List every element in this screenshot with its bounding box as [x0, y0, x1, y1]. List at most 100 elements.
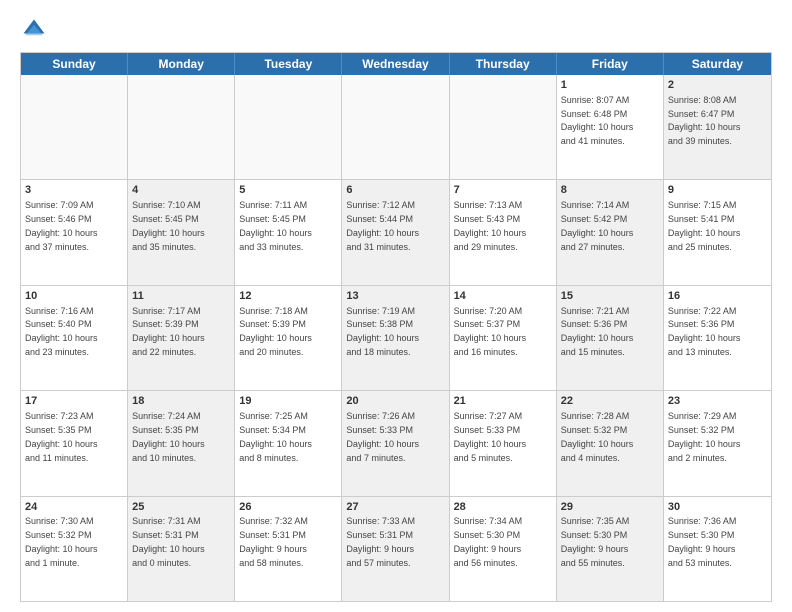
calendar-cell: 5 Sunrise: 7:11 AM Sunset: 5:45 PM Daylig… — [235, 180, 342, 284]
calendar-cell — [21, 75, 128, 179]
calendar-cell: 26Sunrise: 7:32 AM Sunset: 5:31 PM Dayli… — [235, 497, 342, 601]
header — [20, 16, 772, 44]
day-number: 30 — [668, 500, 767, 515]
day-info: Sunrise: 7:22 AM Sunset: 5:36 PM Dayligh… — [668, 306, 741, 357]
page: SundayMondayTuesdayWednesdayThursdayFrid… — [0, 0, 792, 612]
header-day-friday: Friday — [557, 53, 664, 75]
calendar-cell: 7Sunrise: 7:13 AM Sunset: 5:43 PM Daylig… — [450, 180, 557, 284]
header-day-tuesday: Tuesday — [235, 53, 342, 75]
day-number: 13 — [346, 289, 444, 304]
calendar-cell: 14 Sunrise: 7:20 AM Sunset: 5:37 PM Dayli… — [450, 286, 557, 390]
day-info: Sunrise: 7:10 AM Sunset: 5:45 PM Dayligh… — [132, 200, 205, 251]
calendar-cell: 9 Sunrise: 7:15 AM Sunset: 5:41 PM Daylig… — [664, 180, 771, 284]
calendar-row-1: 3 Sunrise: 7:09 AM Sunset: 5:46 PM Daylig… — [21, 179, 771, 284]
day-number: 6 — [346, 183, 444, 198]
calendar-body: 1 Sunrise: 8:07 AM Sunset: 6:48 PM Daylig… — [21, 75, 771, 601]
calendar-cell: 6 Sunrise: 7:12 AM Sunset: 5:44 PM Daylig… — [342, 180, 449, 284]
day-number: 2 — [668, 78, 767, 93]
day-info: Sunrise: 7:23 AM Sunset: 5:35 PM Dayligh… — [25, 411, 98, 462]
calendar-cell: 24Sunrise: 7:30 AM Sunset: 5:32 PM Dayli… — [21, 497, 128, 601]
day-number: 18 — [132, 394, 230, 409]
day-number: 26 — [239, 500, 337, 515]
day-number: 23 — [668, 394, 767, 409]
header-day-sunday: Sunday — [21, 53, 128, 75]
calendar-cell: 11Sunrise: 7:17 AM Sunset: 5:39 PM Dayli… — [128, 286, 235, 390]
calendar-cell: 20Sunrise: 7:26 AM Sunset: 5:33 PM Dayli… — [342, 391, 449, 495]
day-number: 5 — [239, 183, 337, 198]
calendar-cell: 2 Sunrise: 8:08 AM Sunset: 6:47 PM Daylig… — [664, 75, 771, 179]
day-info: Sunrise: 7:14 AM Sunset: 5:42 PM Dayligh… — [561, 200, 634, 251]
calendar-cell: 13 Sunrise: 7:19 AM Sunset: 5:38 PM Dayli… — [342, 286, 449, 390]
calendar-row-2: 10 Sunrise: 7:16 AM Sunset: 5:40 PM Dayli… — [21, 285, 771, 390]
calendar-cell: 21Sunrise: 7:27 AM Sunset: 5:33 PM Dayli… — [450, 391, 557, 495]
day-number: 19 — [239, 394, 337, 409]
day-info: Sunrise: 7:33 AM Sunset: 5:31 PM Dayligh… — [346, 516, 415, 567]
day-info: Sunrise: 7:21 AM Sunset: 5:36 PM Dayligh… — [561, 306, 634, 357]
calendar-row-4: 24Sunrise: 7:30 AM Sunset: 5:32 PM Dayli… — [21, 496, 771, 601]
day-number: 24 — [25, 500, 123, 515]
calendar-row-3: 17 Sunrise: 7:23 AM Sunset: 5:35 PM Dayli… — [21, 390, 771, 495]
day-info: Sunrise: 7:36 AM Sunset: 5:30 PM Dayligh… — [668, 516, 737, 567]
calendar-cell: 10 Sunrise: 7:16 AM Sunset: 5:40 PM Dayli… — [21, 286, 128, 390]
calendar-cell: 1 Sunrise: 8:07 AM Sunset: 6:48 PM Daylig… — [557, 75, 664, 179]
day-info: Sunrise: 7:15 AM Sunset: 5:41 PM Dayligh… — [668, 200, 741, 251]
day-info: Sunrise: 7:19 AM Sunset: 5:38 PM Dayligh… — [346, 306, 419, 357]
day-info: Sunrise: 7:11 AM Sunset: 5:45 PM Dayligh… — [239, 200, 312, 251]
day-number: 27 — [346, 500, 444, 515]
day-info: Sunrise: 7:35 AM Sunset: 5:30 PM Dayligh… — [561, 516, 630, 567]
day-number: 8 — [561, 183, 659, 198]
day-info: Sunrise: 8:07 AM Sunset: 6:48 PM Dayligh… — [561, 95, 634, 146]
calendar-cell: 28Sunrise: 7:34 AM Sunset: 5:30 PM Dayli… — [450, 497, 557, 601]
day-info: Sunrise: 7:16 AM Sunset: 5:40 PM Dayligh… — [25, 306, 98, 357]
day-number: 20 — [346, 394, 444, 409]
day-number: 3 — [25, 183, 123, 198]
day-number: 17 — [25, 394, 123, 409]
calendar-cell: 25Sunrise: 7:31 AM Sunset: 5:31 PM Dayli… — [128, 497, 235, 601]
day-number: 4 — [132, 183, 230, 198]
calendar-cell: 19 Sunrise: 7:25 AM Sunset: 5:34 PM Dayli… — [235, 391, 342, 495]
calendar-cell: 15 Sunrise: 7:21 AM Sunset: 5:36 PM Dayli… — [557, 286, 664, 390]
day-info: Sunrise: 8:08 AM Sunset: 6:47 PM Dayligh… — [668, 95, 741, 146]
calendar-cell: 18Sunrise: 7:24 AM Sunset: 5:35 PM Dayli… — [128, 391, 235, 495]
calendar-cell — [128, 75, 235, 179]
day-number: 21 — [454, 394, 552, 409]
header-day-thursday: Thursday — [450, 53, 557, 75]
day-number: 14 — [454, 289, 552, 304]
day-info: Sunrise: 7:28 AM Sunset: 5:32 PM Dayligh… — [561, 411, 634, 462]
logo-icon — [20, 16, 48, 44]
calendar-cell — [342, 75, 449, 179]
calendar-cell: 30Sunrise: 7:36 AM Sunset: 5:30 PM Dayli… — [664, 497, 771, 601]
calendar: SundayMondayTuesdayWednesdayThursdayFrid… — [20, 52, 772, 602]
day-number: 29 — [561, 500, 659, 515]
day-number: 16 — [668, 289, 767, 304]
day-info: Sunrise: 7:17 AM Sunset: 5:39 PM Dayligh… — [132, 306, 205, 357]
calendar-header: SundayMondayTuesdayWednesdayThursdayFrid… — [21, 53, 771, 75]
day-number: 12 — [239, 289, 337, 304]
calendar-cell: 8 Sunrise: 7:14 AM Sunset: 5:42 PM Daylig… — [557, 180, 664, 284]
calendar-cell: 22Sunrise: 7:28 AM Sunset: 5:32 PM Dayli… — [557, 391, 664, 495]
day-info: Sunrise: 7:13 AM Sunset: 5:43 PM Dayligh… — [454, 200, 527, 251]
day-info: Sunrise: 7:32 AM Sunset: 5:31 PM Dayligh… — [239, 516, 308, 567]
calendar-cell: 27Sunrise: 7:33 AM Sunset: 5:31 PM Dayli… — [342, 497, 449, 601]
calendar-cell: 12 Sunrise: 7:18 AM Sunset: 5:39 PM Dayli… — [235, 286, 342, 390]
day-number: 10 — [25, 289, 123, 304]
header-day-saturday: Saturday — [664, 53, 771, 75]
day-info: Sunrise: 7:09 AM Sunset: 5:46 PM Dayligh… — [25, 200, 98, 251]
calendar-cell: 23 Sunrise: 7:29 AM Sunset: 5:32 PM Dayli… — [664, 391, 771, 495]
day-number: 15 — [561, 289, 659, 304]
day-number: 9 — [668, 183, 767, 198]
day-number: 1 — [561, 78, 659, 93]
day-info: Sunrise: 7:18 AM Sunset: 5:39 PM Dayligh… — [239, 306, 312, 357]
calendar-row-0: 1 Sunrise: 8:07 AM Sunset: 6:48 PM Daylig… — [21, 75, 771, 179]
day-info: Sunrise: 7:29 AM Sunset: 5:32 PM Dayligh… — [668, 411, 741, 462]
day-info: Sunrise: 7:12 AM Sunset: 5:44 PM Dayligh… — [346, 200, 419, 251]
day-info: Sunrise: 7:34 AM Sunset: 5:30 PM Dayligh… — [454, 516, 523, 567]
logo — [20, 16, 52, 44]
day-number: 25 — [132, 500, 230, 515]
day-number: 28 — [454, 500, 552, 515]
day-info: Sunrise: 7:25 AM Sunset: 5:34 PM Dayligh… — [239, 411, 312, 462]
day-info: Sunrise: 7:20 AM Sunset: 5:37 PM Dayligh… — [454, 306, 527, 357]
header-day-wednesday: Wednesday — [342, 53, 449, 75]
calendar-cell: 29Sunrise: 7:35 AM Sunset: 5:30 PM Dayli… — [557, 497, 664, 601]
calendar-cell — [450, 75, 557, 179]
